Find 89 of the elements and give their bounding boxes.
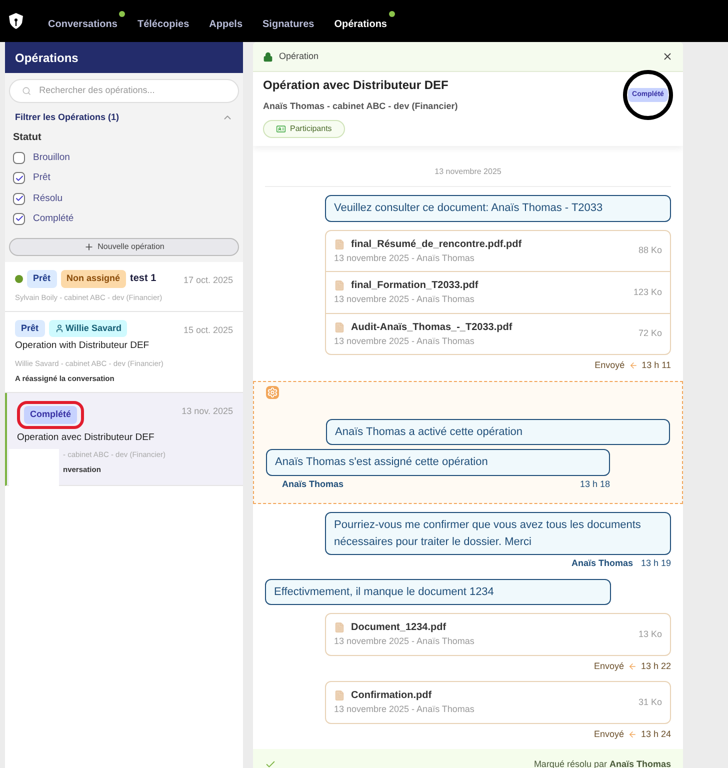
check-icon [14, 194, 24, 204]
file-meta: 13 novembre 2025 - Anaïs Thomas [334, 703, 474, 716]
lock-icon [263, 52, 273, 62]
panel-header-label: Opération [279, 50, 319, 63]
checkbox-label: Complété [33, 212, 74, 226]
nav-tab[interactable]: Opérations [334, 10, 395, 32]
sent-status: Envoyé [594, 728, 624, 741]
search-field[interactable]: Rechercher des opérations... [9, 79, 239, 102]
message-time: 13 h 24 [640, 728, 671, 740]
status-tag: Prêt [27, 270, 57, 288]
checkbox-label: Résolu [33, 192, 63, 206]
shield-logo-icon [8, 12, 24, 30]
checkbox[interactable] [13, 212, 25, 225]
file-icon [334, 622, 345, 633]
file-size: 123 Ko [633, 286, 662, 298]
file-name: Confirmation.pdf [351, 689, 432, 703]
file-icon [334, 280, 345, 291]
checkbox[interactable] [13, 172, 25, 184]
message-time: 13 h 18 [580, 478, 610, 490]
sent-status: Envoyé [594, 660, 624, 673]
status-tag: Non assigné [60, 270, 126, 288]
message-time: 13 h 19 [640, 557, 671, 570]
operation-date: 17 oct. 2025 [183, 274, 233, 287]
attachment-row[interactable]: Document_1234.pdf 13 novembre 2025 - Anaïs Thomas 13 Ko [326, 614, 670, 654]
file-size: 88 Ko [638, 244, 662, 257]
operation-subheading: Anaïs Thomas - cabinet ABC - dev (Financier) [263, 100, 458, 113]
message-author: Anaïs Thomas [571, 557, 633, 570]
operation-title: Operation avec Distributeur DEF [17, 430, 154, 444]
attachment-row[interactable]: final_Résumé_de_rencontre.pdf.pdf 13 novembre 2025 - Anaïs Thomas 88 Ko [326, 230, 670, 271]
file-meta: 13 novembre 2025 - Anaïs Thomas [334, 635, 474, 648]
search-icon [22, 86, 32, 96]
arrow-icon [628, 662, 637, 671]
attachment-row[interactable]: Confirmation.pdf 13 novembre 2025 - Anaïs Thomas 31 Ko [326, 682, 670, 722]
operation-heading: Opération avec Distributeur DEF [263, 77, 450, 94]
message-author: Anaïs Thomas [282, 478, 344, 490]
message-time: 13 h 22 [640, 660, 671, 672]
operation-date: 15 oct. 2025 [183, 324, 233, 337]
plus-icon [84, 242, 94, 252]
search-input[interactable]: Rechercher des opérations... [39, 84, 226, 98]
file-meta: 13 novembre 2025 - Anaïs Thomas [334, 293, 476, 306]
id-card-icon [276, 124, 286, 134]
status-tag: Willie Savard [48, 320, 128, 338]
checkbox[interactable] [13, 152, 25, 164]
nav-tab[interactable]: Télécopies [137, 10, 198, 32]
sidebar-header: Opérations [5, 42, 243, 73]
message-bubble: Veuillez consulter ce document: Anaïs Thomas - T2033 [325, 195, 671, 222]
filter-group-label: Statut [12, 131, 42, 145]
message-bubble: Anaïs Thomas s'est assigné cette opération [266, 449, 610, 476]
message-bubble: Effectivmement, il manque le document 1234 [265, 578, 611, 605]
person-icon [54, 324, 64, 333]
attachment-row[interactable]: final_Formation_T2033.pdf 13 novembre 2025 - Anaïs Thomas 123 Ko [326, 271, 670, 312]
file-size: 72 Ko [638, 327, 662, 340]
arrow-icon [628, 361, 638, 370]
check-icon [14, 214, 24, 224]
file-name: Document_1234.pdf [351, 621, 446, 635]
checkbox-label: Brouillon [33, 151, 70, 165]
file-name: Audit-Anaïs_Thomas_-_T2033.pdf [351, 320, 512, 334]
file-icon [334, 322, 345, 332]
message-bubble: Pourriez-vous me confirmer que vous avez tous les documents nécessaires pour traiter le dossier. Merci [325, 512, 671, 555]
nav-tab[interactable]: Appels [209, 10, 251, 32]
attachment-row[interactable]: Audit-Anaïs_Thomas_-_T2033.pdf 13 novembre 2025 - Anaïs Thomas 72 Ko [326, 312, 670, 354]
participants-button[interactable]: Participants [263, 120, 345, 138]
gear-icon [266, 386, 279, 398]
checkbox[interactable] [13, 192, 25, 205]
operation-title: Operation with Distributeur DEF [15, 339, 150, 354]
nav-tab[interactable]: Conversations [48, 10, 126, 32]
arrow-icon [628, 730, 637, 739]
sent-status: Envoyé [594, 359, 625, 372]
status-tag: Prêt [15, 320, 45, 338]
filter-title: Filtrer les Opérations (1) [15, 110, 120, 124]
file-meta: 13 novembre 2025 - Anaïs Thomas [334, 252, 476, 264]
nav-tab[interactable]: Signatures [262, 10, 322, 32]
operation-title: test 1 [130, 272, 156, 286]
checkbox-label: Prêt [33, 171, 50, 186]
file-icon [334, 690, 345, 701]
new-operation-button[interactable]: Nouvelle opération [9, 238, 239, 256]
close-button[interactable] [662, 51, 673, 62]
file-name: final_Résumé_de_rencontre.pdf.pdf [351, 238, 522, 252]
date-divider: 13 novembre 2025 [265, 166, 671, 187]
file-meta: 13 novembre 2025 - Anaïs Thomas [334, 334, 476, 348]
message-bubble: Anaïs Thomas a activé cette opération [326, 418, 670, 445]
check-icon [14, 174, 24, 183]
file-size: 31 Ko [638, 696, 662, 708]
operation-date: 13 nov. 2025 [182, 405, 233, 418]
message-time: 13 h 11 [642, 359, 671, 372]
file-icon [334, 238, 345, 250]
file-name: final_Formation_T2033.pdf [351, 279, 478, 293]
status-tag: Complété [24, 406, 78, 424]
file-size: 13 Ko [638, 628, 662, 640]
